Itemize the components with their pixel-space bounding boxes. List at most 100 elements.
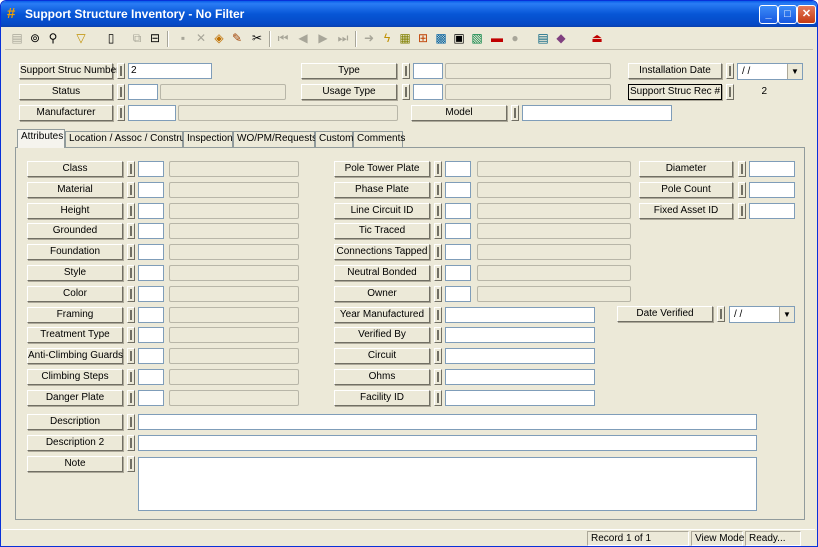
exit-icon[interactable]: ⏏ (589, 30, 605, 46)
tab-wo-pm-requests[interactable]: WO/PM/Requests (233, 131, 317, 147)
minimize-button[interactable]: _ (759, 5, 778, 24)
year-manufactured-label[interactable]: Year Manufactured (334, 307, 430, 323)
pole-count-field[interactable] (749, 182, 795, 198)
note-field[interactable] (138, 457, 757, 511)
connections-tapped-label[interactable]: Connections Tapped (334, 244, 430, 260)
description-label[interactable]: Description (27, 414, 123, 430)
diameter-label[interactable]: Diameter (639, 161, 733, 177)
anti-climbing-guards-label[interactable]: Anti-Climbing Guards (27, 348, 123, 364)
map-icon[interactable]: ▩ (433, 30, 449, 46)
chevron-down-icon[interactable]: ▼ (779, 307, 794, 322)
gis-icon[interactable]: ▧ (469, 30, 485, 46)
nav-icon[interactable]: ▤ (9, 30, 25, 46)
material-label[interactable]: Material (27, 182, 123, 198)
type-label[interactable]: Type (301, 63, 397, 79)
description-2-label[interactable]: Description 2 (27, 435, 123, 451)
installation-date-field[interactable]: / / ▼ (737, 63, 803, 80)
calendar-icon[interactable]: ▣ (451, 30, 467, 46)
first-icon[interactable]: ⏮ (275, 30, 291, 46)
height-label[interactable]: Height (27, 203, 123, 219)
support-struc-rec-label[interactable]: Support Struc Rec # (628, 84, 722, 100)
pole-count-label[interactable]: Pole Count (639, 182, 733, 198)
search-icon[interactable]: ⚲ (45, 30, 61, 46)
date-verified-label[interactable]: Date Verified (617, 306, 713, 322)
pole-tower-plate-code-field[interactable] (445, 161, 471, 177)
cut-icon[interactable]: ✂ (249, 30, 265, 46)
delete-icon[interactable]: ✕ (193, 30, 209, 46)
description-2-field[interactable] (138, 435, 757, 451)
diameter-field[interactable] (749, 161, 795, 177)
verified-by-field[interactable] (445, 327, 595, 343)
type-code-field[interactable] (413, 63, 443, 79)
tree-icon[interactable]: ⊞ (415, 30, 431, 46)
support-struc-number-field[interactable]: 2 (128, 63, 212, 79)
color-code-field[interactable] (138, 286, 164, 302)
height-code-field[interactable] (138, 203, 164, 219)
tab-location-assoc-construct[interactable]: Location / Assoc / Construct (65, 131, 193, 147)
open-icon[interactable]: ⊟ (147, 30, 163, 46)
manufacturer-label[interactable]: Manufacturer (19, 105, 113, 121)
support-struc-number-label[interactable]: Support Struc Number (19, 63, 120, 79)
stack-icon[interactable]: ◈ (211, 30, 227, 46)
note-label[interactable]: Note (27, 456, 123, 472)
owner-label[interactable]: Owner (334, 286, 430, 302)
fixed-asset-id-label[interactable]: Fixed Asset ID (639, 203, 733, 219)
circuit-label[interactable]: Circuit (334, 348, 430, 364)
climbing-steps-label[interactable]: Climbing Steps (27, 369, 123, 385)
chart-icon[interactable]: ▤ (535, 30, 551, 46)
copy-icon[interactable]: ⧉ (129, 30, 145, 46)
date-verified-field[interactable]: / / ▼ (729, 306, 795, 323)
prev-icon[interactable]: ◀ (295, 30, 311, 46)
report-icon[interactable]: ▦ (397, 30, 413, 46)
tab-attributes[interactable]: Attributes (17, 129, 65, 148)
model-label[interactable]: Model (411, 105, 507, 121)
last-icon[interactable]: ⏭ (335, 30, 351, 46)
tab-inspection[interactable]: Inspection (183, 131, 233, 147)
description-field[interactable] (138, 414, 757, 430)
manufacturer-code-field[interactable] (128, 105, 176, 121)
grounded-code-field[interactable] (138, 223, 164, 239)
framing-label[interactable]: Framing (27, 307, 123, 323)
danger-plate-code-field[interactable] (138, 390, 164, 406)
status-code-field[interactable] (128, 84, 158, 100)
status-label[interactable]: Status (19, 84, 113, 100)
framing-code-field[interactable] (138, 307, 164, 323)
tab-comments[interactable]: Comments (353, 131, 405, 147)
globe-icon[interactable]: ● (507, 30, 523, 46)
verified-by-label[interactable]: Verified By (334, 327, 430, 343)
material-code-field[interactable] (138, 182, 164, 198)
danger-plate-label[interactable]: Danger Plate (27, 390, 123, 406)
color-label[interactable]: Color (27, 286, 123, 302)
phase-plate-code-field[interactable] (445, 182, 471, 198)
edit-icon[interactable]: ✎ (229, 30, 245, 46)
style-code-field[interactable] (138, 265, 164, 281)
facility-id-label[interactable]: Facility ID (334, 390, 430, 406)
installation-date-label[interactable]: Installation Date (628, 63, 722, 79)
facility-id-field[interactable] (445, 390, 595, 406)
next-icon[interactable]: ▶ (315, 30, 331, 46)
grounded-label[interactable]: Grounded (27, 223, 123, 239)
truck-icon[interactable]: ▬ (489, 30, 505, 46)
goto-icon[interactable]: ➜ (361, 30, 377, 46)
foundation-label[interactable]: Foundation (27, 244, 123, 260)
phase-plate-label[interactable]: Phase Plate (334, 182, 430, 198)
binoculars-icon[interactable]: ⊚ (27, 30, 43, 46)
neutral-bonded-code-field[interactable] (445, 265, 471, 281)
connections-tapped-code-field[interactable] (445, 244, 471, 260)
close-button[interactable]: ✕ (797, 5, 816, 24)
tic-traced-code-field[interactable] (445, 223, 471, 239)
ohms-field[interactable] (445, 369, 595, 385)
tic-traced-label[interactable]: Tic Traced (334, 223, 430, 239)
style-label[interactable]: Style (27, 265, 123, 281)
tab-custom[interactable]: Custom (315, 131, 353, 147)
pole-tower-plate-label[interactable]: Pole Tower Plate (334, 161, 430, 177)
model-field[interactable] (522, 105, 672, 121)
lightning-icon[interactable]: ϟ (379, 30, 395, 46)
foundation-code-field[interactable] (138, 244, 164, 260)
usage-type-code-field[interactable] (413, 84, 443, 100)
filter-icon[interactable]: ▽ (73, 30, 89, 46)
anti-climbing-guards-code-field[interactable] (138, 348, 164, 364)
treatment-type-code-field[interactable] (138, 327, 164, 343)
maximize-button[interactable]: □ (778, 5, 797, 24)
class-code-field[interactable] (138, 161, 164, 177)
